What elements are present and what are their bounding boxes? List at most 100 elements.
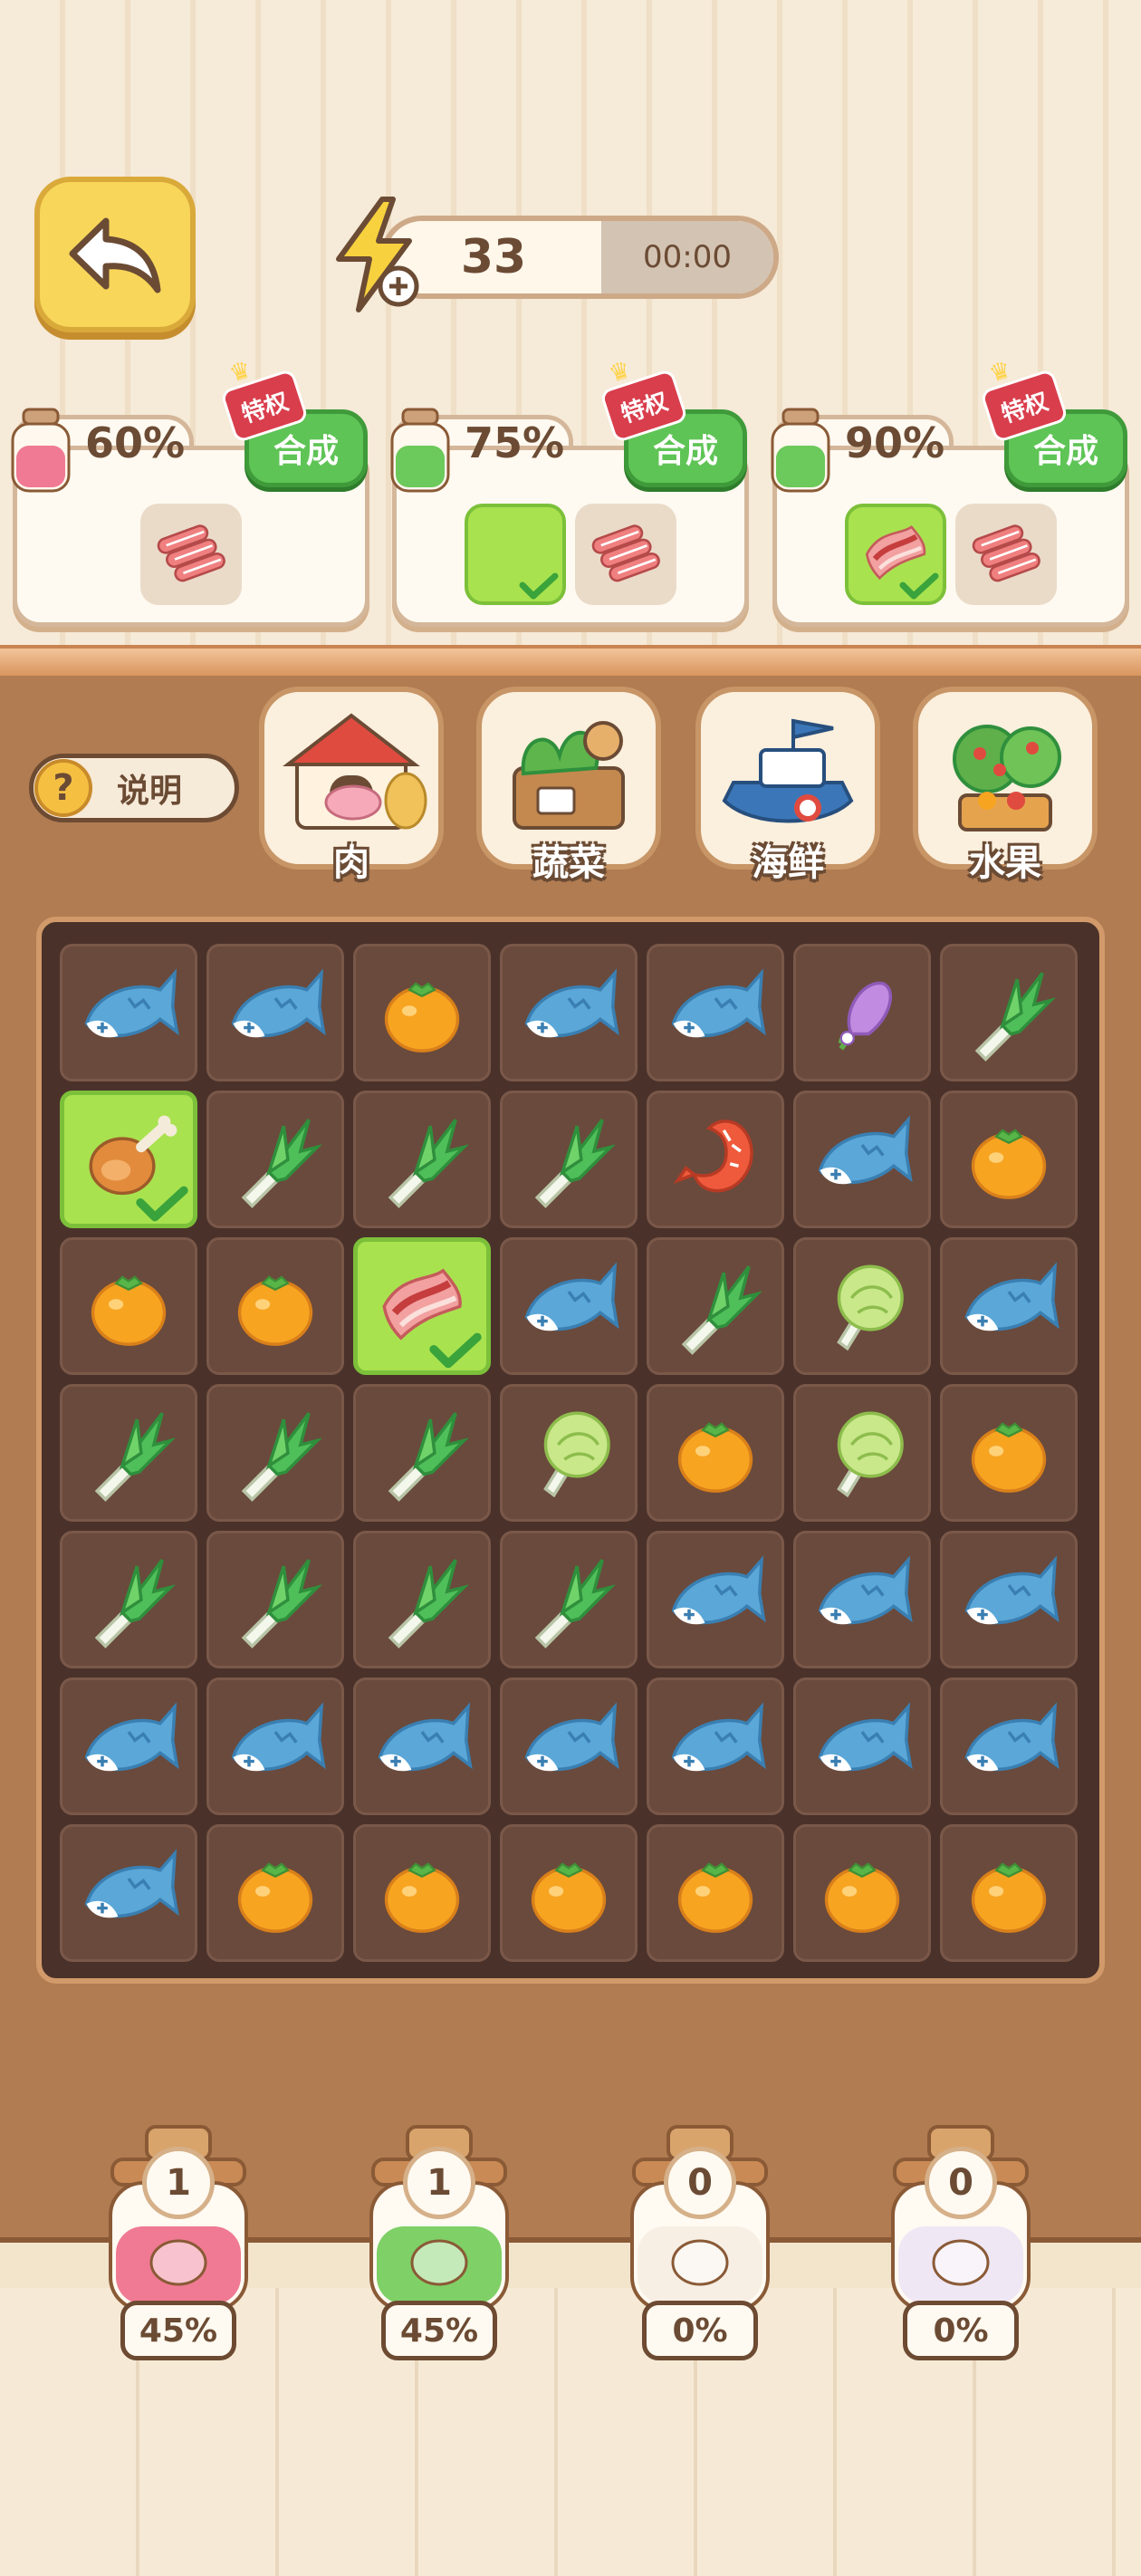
board-cell[interactable] — [500, 1677, 638, 1815]
jar-percent: 45% — [381, 2301, 497, 2360]
leek-icon — [369, 1105, 475, 1214]
board-cell[interactable] — [500, 1237, 638, 1375]
board-cell[interactable] — [793, 1091, 931, 1228]
board-cell[interactable] — [940, 1091, 1078, 1228]
board-cell[interactable] — [60, 944, 197, 1081]
board-cell[interactable] — [353, 1677, 491, 1815]
eggplant-icon — [810, 958, 915, 1067]
leek-icon — [223, 1105, 328, 1214]
category-meat-icon — [283, 713, 427, 830]
recipe-jar-icon — [11, 408, 71, 493]
orange-icon — [223, 1252, 328, 1360]
board-cell[interactable] — [647, 1237, 784, 1375]
octopus-icon — [663, 2228, 737, 2295]
recipe-slot-beef-roll — [575, 504, 676, 605]
board-cell[interactable] — [793, 1384, 931, 1522]
board-cell[interactable] — [60, 1824, 197, 1962]
board-cell[interactable] — [647, 1824, 784, 1962]
meat-icon — [141, 2228, 216, 2295]
recipe-slot-beef-roll — [140, 504, 242, 605]
board-cell[interactable] — [793, 1824, 931, 1962]
check-icon — [899, 572, 939, 600]
board-cell[interactable] — [940, 1677, 1078, 1815]
grapes-icon — [924, 2228, 998, 2295]
board-cell[interactable] — [500, 1091, 638, 1228]
recipe-slot-beef-roll — [955, 504, 1057, 605]
board-cell[interactable] — [940, 1824, 1078, 1962]
fish-icon — [516, 958, 621, 1067]
board-cell[interactable] — [793, 1677, 931, 1815]
fish-icon — [956, 1692, 1061, 1801]
board-cell[interactable] — [206, 1824, 344, 1962]
board-cell[interactable] — [353, 1091, 491, 1228]
board-cell[interactable] — [206, 1531, 344, 1668]
board-cell[interactable] — [353, 1384, 491, 1522]
board-cell[interactable] — [940, 944, 1078, 1081]
leek-icon — [956, 958, 1061, 1067]
beef-roll-icon — [966, 513, 1046, 596]
add-energy-lightning-icon[interactable] — [326, 196, 426, 313]
board-cell[interactable] — [647, 1677, 784, 1815]
board-cell[interactable] — [940, 1237, 1078, 1375]
board-cell[interactable] — [353, 1237, 491, 1375]
shrimp-icon — [663, 1105, 768, 1214]
fish-icon — [223, 958, 328, 1067]
board-cell[interactable] — [647, 1091, 784, 1228]
board-cell[interactable] — [793, 944, 931, 1081]
board-cell[interactable] — [206, 944, 344, 1081]
orange-icon — [663, 1399, 768, 1507]
board-cell[interactable] — [206, 1237, 344, 1375]
wall-trim — [0, 645, 1141, 676]
board-cell[interactable] — [353, 944, 491, 1081]
energy-bar: 33 00:00 — [380, 216, 779, 299]
board-cell[interactable] — [940, 1531, 1078, 1668]
board-cell[interactable] — [647, 944, 784, 1081]
board-cell[interactable] — [500, 1531, 638, 1668]
jar-percent: 0% — [903, 2301, 1019, 2360]
board-cell[interactable] — [206, 1091, 344, 1228]
board-cell[interactable] — [500, 1824, 638, 1962]
fish-icon — [663, 958, 768, 1067]
board-cell[interactable] — [60, 1091, 197, 1228]
board-cell[interactable] — [940, 1384, 1078, 1522]
leek-icon — [223, 1545, 328, 1654]
jar-count: 0 — [664, 2147, 736, 2219]
leek-icon — [76, 1545, 181, 1654]
leek-icon — [76, 1399, 181, 1507]
leek-icon — [369, 1399, 475, 1507]
category-label: 海鲜 — [752, 842, 824, 884]
recipe-slot-chicken-leg — [465, 504, 566, 605]
board-cell[interactable] — [500, 944, 638, 1081]
orange-icon — [663, 1839, 768, 1947]
leek-icon — [516, 1545, 621, 1654]
board-cell[interactable] — [60, 1531, 197, 1668]
orange-icon — [956, 1105, 1061, 1214]
board-cell[interactable] — [793, 1531, 931, 1668]
recipe-jar-icon — [771, 408, 830, 493]
cabbage-icon — [810, 1252, 915, 1360]
recipe-percent: 75% — [465, 418, 565, 467]
orange-icon — [369, 1839, 475, 1947]
board-cell[interactable] — [206, 1677, 344, 1815]
board-cell[interactable] — [60, 1237, 197, 1375]
board-cell[interactable] — [647, 1531, 784, 1668]
board-cell[interactable] — [353, 1824, 491, 1962]
back-button[interactable] — [34, 177, 196, 332]
cabbage-icon — [810, 1399, 915, 1507]
fish-icon — [223, 1692, 328, 1801]
board-cell[interactable] — [60, 1384, 197, 1522]
category-label: 水果 — [969, 842, 1041, 884]
help-label: 说明 — [117, 773, 183, 810]
board-cell[interactable] — [500, 1384, 638, 1522]
fish-icon — [76, 1692, 181, 1801]
beef-roll-icon — [151, 513, 231, 596]
board-cell[interactable] — [793, 1237, 931, 1375]
jar-count: 1 — [142, 2147, 215, 2219]
check-icon — [136, 1186, 188, 1222]
board-cell[interactable] — [353, 1531, 491, 1668]
board-cell[interactable] — [647, 1384, 784, 1522]
orange-icon — [76, 1252, 181, 1360]
board-cell[interactable] — [60, 1677, 197, 1815]
jar-percent: 0% — [642, 2301, 758, 2360]
board-cell[interactable] — [206, 1384, 344, 1522]
